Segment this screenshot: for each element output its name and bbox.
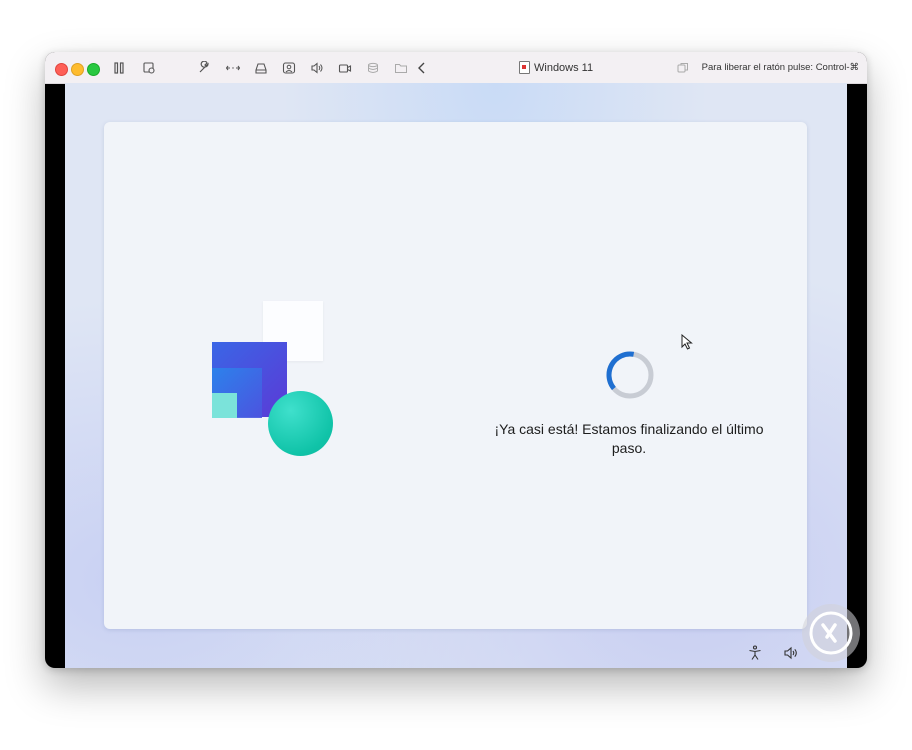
speaker-icon[interactable] [309,60,325,76]
vm-screen[interactable]: ¡Ya casi está! Estamos finalizando el úl… [65,83,847,668]
chevron-left-icon[interactable] [414,60,430,76]
setup-status-message: ¡Ya casi está! Estamos finalizando el úl… [494,421,764,456]
window-title-text: Windows 11 [534,61,594,74]
windows-setup-illustration [212,301,337,461]
pause-icon[interactable] [111,60,127,76]
snapshot-icon[interactable] [141,60,157,76]
drive-icon[interactable] [253,60,269,76]
mouse-cursor-icon [681,334,693,350]
folder-icon [393,60,409,76]
title-bar: Windows 11 Para liberar el ratón pulse: … [45,52,867,84]
accessibility-icon[interactable] [745,644,765,662]
setup-card: ¡Ya casi está! Estamos finalizando el úl… [104,122,807,629]
vm-window: Windows 11 Para liberar el ratón pulse: … [45,52,867,668]
window-copy-icon[interactable] [675,60,691,76]
window-title: Windows 11 [519,61,593,74]
minimize-button[interactable] [71,63,84,76]
user-sharing-icon[interactable] [281,60,297,76]
teal-square-shape [212,393,237,418]
wrench-icon[interactable] [196,60,212,76]
zoom-button[interactable] [87,63,100,76]
teal-circle-shape [268,391,333,456]
camera-icon[interactable] [337,60,353,76]
watermark-logo [802,604,860,662]
volume-icon[interactable] [781,644,801,662]
close-button[interactable] [55,63,68,76]
document-icon [519,61,530,74]
storage-icon [365,60,381,76]
network-arrows-icon[interactable] [225,60,241,76]
loading-spinner-icon [606,351,654,399]
release-mouse-hint: Para liberar el ratón pulse: Control-⌘ [701,62,859,73]
